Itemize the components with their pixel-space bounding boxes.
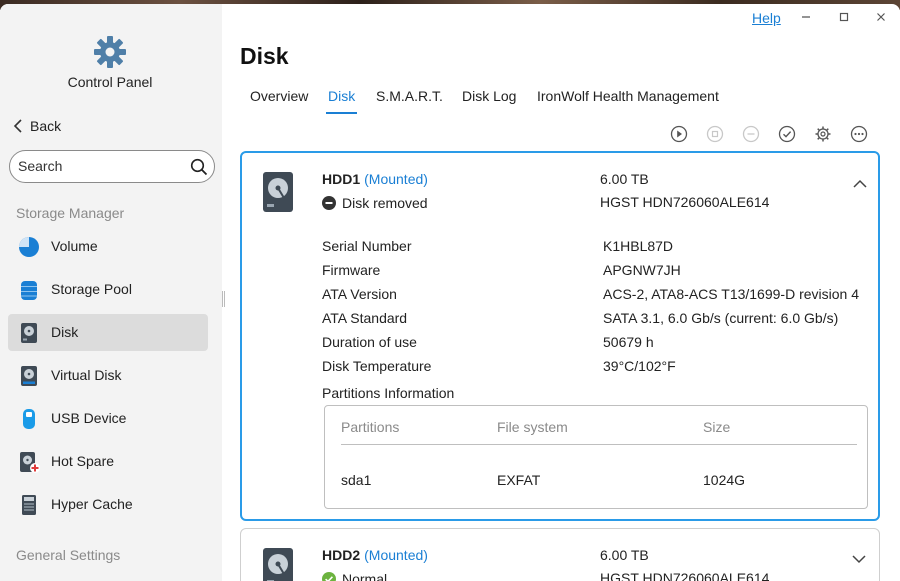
remove-icon[interactable] (742, 125, 760, 143)
disk-capacity: 6.00 TB (600, 171, 649, 187)
disk-mount-state: (Mounted) (364, 547, 428, 563)
disk-name: HDD1 (Mounted) (322, 171, 428, 187)
disk-status-text: Normal (342, 571, 388, 581)
tab-disk[interactable]: Disk (325, 88, 358, 114)
sidebar-item-label: Virtual Disk (51, 367, 122, 383)
sidebar-item-label: Hot Spare (51, 453, 115, 469)
detail-value: 39°C/102°F (603, 358, 676, 374)
disk-name: HDD2 (Mounted) (322, 547, 428, 563)
disk-status: Disk removed (322, 195, 428, 211)
sidebar-item-hot-spare[interactable]: Hot Spare (8, 443, 208, 480)
section-storage-manager: Storage Manager (16, 205, 125, 221)
back-button[interactable]: Back (12, 118, 61, 134)
disk-model: HGST HDN726060ALE614 (600, 570, 770, 581)
table-cell: 1024G (703, 472, 746, 488)
disk-status: Normal (322, 571, 387, 581)
sidebar-item-virtual-disk[interactable]: Virtual Disk (8, 357, 208, 394)
detail-label: Serial Number (322, 238, 412, 254)
table-cell: sda1 (341, 472, 372, 488)
chevron-up-icon[interactable] (853, 179, 867, 189)
sidebar-item-storage-pool[interactable]: Storage Pool (8, 271, 208, 308)
usb-icon (23, 409, 35, 429)
sidebar-item-label: Disk (51, 324, 79, 340)
hard-disk-icon (263, 172, 293, 212)
disk-card-hdd2[interactable]: HDD2 (Mounted) Normal 6.00 TB HGST HDN726… (240, 528, 880, 581)
removed-icon (322, 196, 336, 210)
search-input[interactable] (18, 158, 188, 174)
detail-value: SATA 3.1, 6.0 Gb/s (current: 6.0 Gb/s) (603, 310, 839, 326)
detail-value: APGNW7JH (603, 262, 681, 278)
sidebar-item-usb-device[interactable]: USB Device (8, 400, 208, 437)
sidebar-item-disk[interactable]: Disk (8, 314, 208, 351)
detail-label: Duration of use (322, 334, 417, 350)
sidebar-item-hyper-cache[interactable]: Hyper Cache (8, 486, 208, 523)
hyper-cache-icon (22, 495, 36, 515)
volume-icon (19, 237, 39, 257)
virtual-disk-icon (21, 366, 37, 386)
sidebar-item-label: Hyper Cache (51, 496, 133, 512)
check-icon[interactable] (778, 125, 796, 143)
detail-label: Firmware (322, 262, 381, 278)
disk-card-hdd1[interactable]: HDD1 (Mounted) Disk removed 6.00 TB HGST … (240, 151, 880, 521)
detail-value: 50679 h (603, 334, 654, 350)
sidebar-item-label: Storage Pool (51, 281, 132, 297)
search-box (9, 150, 215, 183)
tab-ironwolf-health[interactable]: IronWolf Health Management (537, 88, 719, 104)
gear-icon (94, 36, 126, 68)
column-header: Size (703, 419, 731, 435)
minimize-icon[interactable] (800, 11, 812, 23)
hot-spare-icon (20, 452, 40, 473)
sidebar-item-volume[interactable]: Volume (8, 228, 208, 265)
disk-model: HGST HDN726060ALE614 (600, 194, 770, 210)
hard-disk-icon (263, 548, 293, 581)
partitions-title: Partitions Information (322, 385, 455, 401)
storage-pool-icon (21, 281, 37, 300)
tab-overview[interactable]: Overview (250, 88, 308, 104)
detail-label: ATA Standard (322, 310, 408, 326)
sidebar: Control Panel Back Storage Manager Volum… (0, 4, 222, 581)
disk-mount-state: (Mounted) (364, 171, 428, 187)
detail-label: Disk Temperature (322, 358, 432, 374)
disk-status-text: Disk removed (342, 195, 428, 211)
detail-value: K1HBL87D (603, 238, 674, 254)
help-link[interactable]: Help (752, 10, 781, 26)
column-header: Partitions (341, 419, 400, 435)
back-label: Back (30, 118, 62, 134)
table-cell: EXFAT (497, 472, 541, 488)
divider (341, 444, 857, 445)
page-title: Disk (240, 43, 289, 69)
search-icon[interactable] (190, 158, 208, 176)
control-panel-window: Control Panel Back Storage Manager Volum… (0, 4, 900, 581)
sidebar-resize-handle[interactable] (222, 291, 225, 307)
column-header: File system (497, 419, 568, 435)
section-general-settings: General Settings (16, 547, 121, 563)
play-icon[interactable] (670, 125, 688, 143)
detail-value: ACS-2, ATA8-ACS T13/1699-D revision 4 (603, 286, 859, 302)
settings-icon[interactable] (814, 125, 832, 143)
check-circle-icon (322, 572, 336, 581)
sidebar-item-label: USB Device (51, 410, 127, 426)
chevron-down-icon[interactable] (852, 554, 866, 564)
tab-disk-log[interactable]: Disk Log (462, 88, 516, 104)
close-icon[interactable] (875, 11, 887, 23)
tab-smart[interactable]: S.M.A.R.T. (376, 88, 443, 104)
partitions-table: Partitions File system Size sda1 EXFAT 1… (324, 405, 868, 509)
detail-label: ATA Version (322, 286, 397, 302)
sidebar-item-label: Volume (51, 238, 98, 254)
chevron-left-icon (13, 119, 22, 133)
app-title: Control Panel (67, 74, 153, 90)
hard-disk-icon (21, 323, 37, 343)
disk-capacity: 6.00 TB (600, 547, 649, 563)
more-icon[interactable] (850, 125, 868, 143)
maximize-icon[interactable] (838, 11, 850, 23)
stop-icon[interactable] (706, 125, 724, 143)
